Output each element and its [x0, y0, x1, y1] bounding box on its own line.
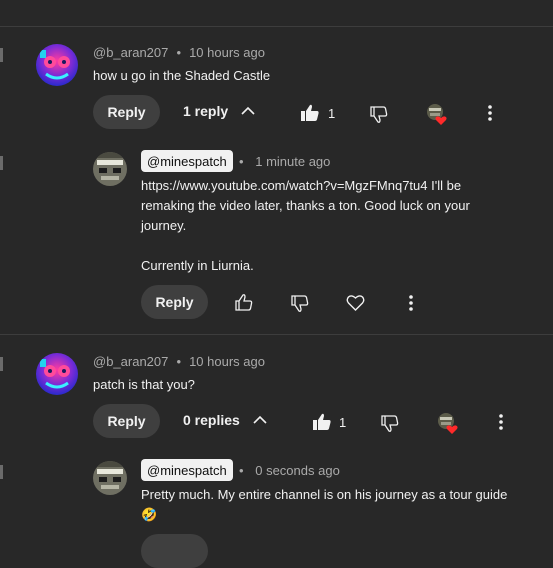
- thumbs-down-icon[interactable]: [381, 415, 399, 432]
- reply-button[interactable]: Reply: [93, 404, 160, 438]
- comment-text: how u go in the Shaded Castle: [93, 68, 271, 83]
- channel-owner-badge[interactable]: @minespatch: [141, 150, 233, 172]
- meta-separator: •: [172, 354, 185, 369]
- toggle-replies-button[interactable]: 1 reply: [183, 103, 256, 119]
- avatar[interactable]: [36, 44, 78, 86]
- thumbs-up-icon[interactable]: [300, 104, 320, 122]
- toggle-replies-button[interactable]: 0 replies: [183, 412, 268, 428]
- text-line: Currently in Liurnia.: [141, 258, 254, 273]
- comment-meta: @b_aran207 • 10 hours ago: [93, 353, 265, 371]
- reply-text: https://www.youtube.com/watch?v=MgzFMnq7…: [141, 176, 470, 276]
- more-vert-icon[interactable]: [488, 105, 492, 121]
- like-count: 1: [328, 106, 336, 121]
- author-handle[interactable]: @b_aran207: [93, 45, 168, 60]
- text-line: Pretty much. My entire channel is on his…: [141, 487, 508, 502]
- reply-button[interactable]: Reply: [93, 95, 160, 129]
- more-vert-icon[interactable]: [409, 295, 413, 311]
- meta-separator: •: [239, 154, 251, 169]
- more-vert-icon[interactable]: [499, 414, 503, 430]
- timestamp[interactable]: 1 minute ago: [255, 154, 330, 169]
- replies-count-label: 1 reply: [183, 103, 229, 119]
- thread-marker: [0, 357, 3, 371]
- heart-icon[interactable]: [346, 294, 365, 311]
- divider: [0, 334, 553, 335]
- reply-button[interactable]: [141, 534, 208, 568]
- meta-separator: •: [172, 45, 185, 60]
- thread-marker: [0, 465, 3, 479]
- text-line: journey.: [141, 218, 187, 233]
- text-line: remaking the video later, thanks a ton. …: [141, 198, 470, 213]
- thread-marker: [0, 48, 3, 62]
- timestamp[interactable]: 10 hours ago: [189, 354, 265, 369]
- timestamp[interactable]: 10 hours ago: [189, 45, 265, 60]
- meta-separator: •: [239, 463, 251, 478]
- reply-text: Pretty much. My entire channel is on his…: [141, 485, 507, 525]
- divider: [0, 26, 553, 27]
- thumbs-down-icon[interactable]: [370, 106, 388, 123]
- chevron-up-icon: [253, 415, 267, 424]
- like-count: 1: [339, 415, 347, 430]
- comment-meta: @b_aran207 • 10 hours ago: [93, 44, 265, 62]
- thumbs-down-icon[interactable]: [291, 295, 309, 312]
- text-line: [141, 236, 470, 256]
- avatar[interactable]: [36, 353, 78, 395]
- thumbs-up-icon[interactable]: [312, 413, 332, 431]
- timestamp[interactable]: 0 seconds ago: [255, 463, 340, 478]
- author-handle: @minespatch: [147, 462, 227, 478]
- hearted-by-creator-icon: [437, 412, 459, 436]
- comment-text: patch is that you?: [93, 377, 195, 392]
- chevron-up-icon: [241, 106, 255, 115]
- channel-owner-badge[interactable]: @minespatch: [141, 459, 233, 481]
- thumbs-up-icon[interactable]: [235, 294, 253, 311]
- text-line: https://www.youtube.com/watch?v=MgzFMnq7…: [141, 178, 462, 193]
- avatar[interactable]: [93, 461, 127, 495]
- author-handle[interactable]: @b_aran207: [93, 354, 168, 369]
- author-handle: @minespatch: [147, 153, 227, 169]
- hearted-by-creator-icon: [426, 103, 448, 127]
- reply-meta: • 0 seconds ago: [239, 462, 340, 480]
- avatar[interactable]: [93, 152, 127, 186]
- text-line: 🤣: [141, 507, 158, 522]
- thread-marker: [0, 156, 3, 170]
- replies-count-label: 0 replies: [183, 412, 240, 428]
- reply-button[interactable]: Reply: [141, 285, 208, 319]
- reply-meta: • 1 minute ago: [239, 153, 330, 171]
